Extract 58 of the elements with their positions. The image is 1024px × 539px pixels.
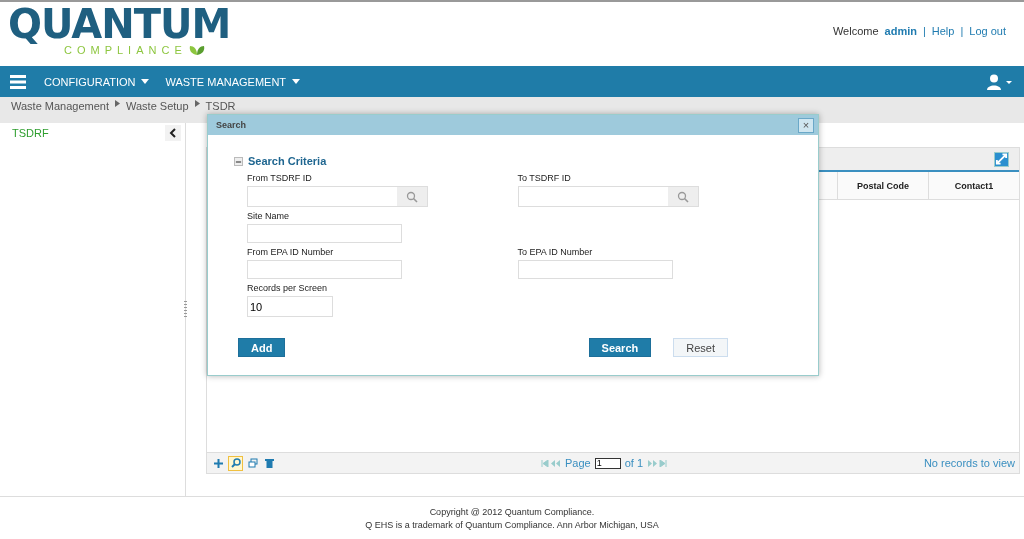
nav-menu-item[interactable]: CONFIGURATION	[36, 66, 158, 97]
dialog-button[interactable]: Search	[588, 338, 652, 357]
logout-link[interactable]: Log out	[969, 25, 1006, 37]
close-button[interactable]: ×	[798, 117, 814, 133]
records-status: No records to view	[923, 457, 1015, 469]
column-header[interactable]: Postal Code	[837, 172, 928, 199]
page-label: Page	[565, 457, 591, 469]
input-field[interactable]: 10	[247, 296, 333, 317]
caret-icon	[292, 79, 301, 84]
search-icon[interactable]	[397, 187, 427, 206]
dialog-button[interactable]: Add	[238, 338, 286, 357]
logo-tagline: COMPLIANCE	[64, 44, 187, 56]
chevron-right-icon	[194, 100, 200, 107]
expand-icon	[995, 152, 1008, 166]
collapse-toggle[interactable]	[234, 156, 243, 166]
column-header[interactable]: Contact1	[928, 172, 1019, 199]
last-page-icon[interactable]	[647, 459, 668, 467]
field-label: To TSDRF ID	[517, 173, 571, 183]
chevron-left-icon	[169, 128, 177, 138]
separator: |	[960, 25, 964, 37]
input-field[interactable]	[247, 224, 402, 243]
input-field[interactable]	[517, 260, 673, 279]
welcome-text: Welcome	[832, 25, 879, 37]
breadcrumb-item[interactable]: Waste Setup	[126, 100, 189, 113]
menu-icon	[10, 74, 26, 89]
footer-text: Copyright @ 2012 Quantum Compliance.	[429, 506, 595, 517]
user-icon	[987, 73, 1013, 90]
leaf-icon	[188, 45, 205, 55]
separator: |	[922, 25, 926, 37]
field-label: Site Name	[247, 211, 290, 221]
field-label: From TSDRF ID	[247, 173, 312, 183]
resize-handle[interactable]	[184, 301, 187, 317]
section-title: Search Criteria	[248, 155, 327, 167]
breadcrumb-item[interactable]: TSDR	[205, 100, 236, 113]
lookup-field[interactable]	[517, 186, 699, 207]
dialog-button[interactable]: Reset	[673, 338, 728, 357]
footer-text: Q EHS is a trademark of Quantum Compliance. Ann Arbor Michigan, USA	[365, 519, 659, 530]
input-field[interactable]	[247, 260, 402, 279]
search-button[interactable]	[228, 455, 243, 471]
sidebar-item[interactable]: TSDRF	[0, 123, 185, 143]
nav-menu-item[interactable]: WASTE MANAGEMENT	[157, 66, 309, 97]
expand-button[interactable]	[994, 151, 1009, 167]
username-link[interactable]: admin	[884, 25, 917, 37]
copy-button[interactable]	[245, 455, 260, 471]
caret-icon	[141, 79, 150, 84]
search-icon[interactable]	[667, 187, 698, 206]
chevron-right-icon	[115, 100, 121, 107]
dialog-title: Search	[216, 120, 247, 130]
breadcrumb-item[interactable]: Waste Management	[11, 100, 110, 113]
lookup-field[interactable]	[247, 186, 428, 207]
page-count: of 1	[624, 457, 644, 469]
page-input[interactable]: 1	[594, 457, 621, 469]
help-link[interactable]: Help	[931, 25, 955, 37]
field-label: Records per Screen	[247, 283, 328, 293]
field-label: From EPA ID Number	[247, 247, 334, 257]
collapse-button[interactable]	[165, 125, 181, 141]
field-label: To EPA ID Number	[517, 247, 593, 257]
first-page-icon[interactable]	[541, 459, 561, 467]
